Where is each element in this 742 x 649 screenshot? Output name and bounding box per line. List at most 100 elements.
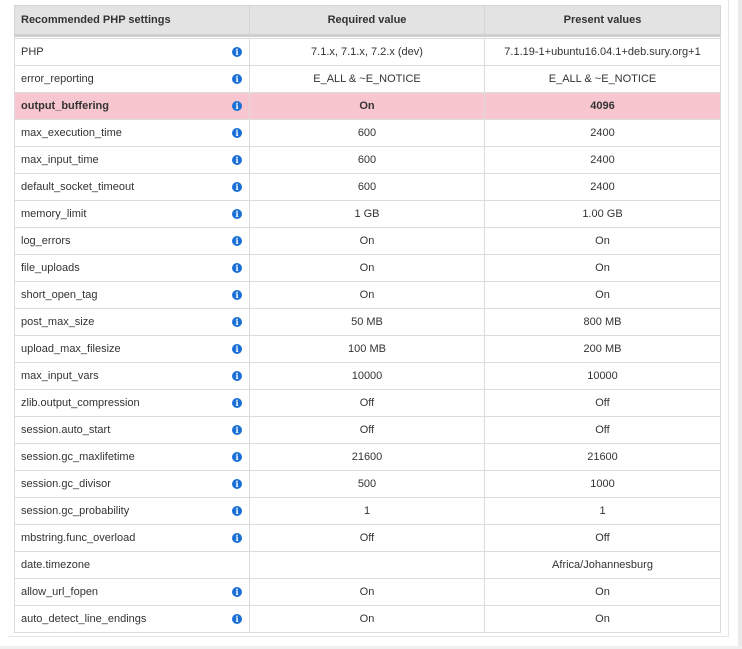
setting-name: max_input_time xyxy=(21,154,99,166)
required-value: 500 xyxy=(249,470,485,498)
column-header-required: Required value xyxy=(249,5,485,37)
present-value: On xyxy=(484,281,721,309)
present-value: On xyxy=(484,254,721,282)
setting-name-cell: auto_detect_line_endings i xyxy=(14,605,250,633)
present-value: On xyxy=(484,227,721,255)
info-icon[interactable]: i xyxy=(232,101,242,111)
setting-name-cell: output_buffering i xyxy=(14,92,250,120)
required-value: 100 MB xyxy=(249,335,485,363)
required-value: 21600 xyxy=(249,443,485,471)
table-row: log_errors i On On xyxy=(14,227,721,255)
present-value: 800 MB xyxy=(484,308,721,336)
present-value: On xyxy=(484,605,721,633)
setting-name-cell: PHP i xyxy=(14,38,250,66)
info-icon[interactable]: i xyxy=(232,47,242,57)
required-value: On xyxy=(249,227,485,255)
info-icon[interactable]: i xyxy=(232,155,242,165)
info-icon[interactable]: i xyxy=(232,290,242,300)
setting-name-cell: mbstring.func_overload i xyxy=(14,524,250,552)
present-value: 2400 xyxy=(484,119,721,147)
setting-name: file_uploads xyxy=(21,262,80,274)
table-row: session.auto_start i Off Off xyxy=(14,416,721,444)
required-value: On xyxy=(249,605,485,633)
present-value: Off xyxy=(484,389,721,417)
required-value: 10000 xyxy=(249,362,485,390)
setting-name-cell: file_uploads i xyxy=(14,254,250,282)
setting-name-cell: log_errors i xyxy=(14,227,250,255)
setting-name-cell: max_input_time i xyxy=(14,146,250,174)
setting-name-cell: upload_max_filesize i xyxy=(14,335,250,363)
info-icon[interactable]: i xyxy=(232,425,242,435)
required-value: 600 xyxy=(249,119,485,147)
setting-name: log_errors xyxy=(21,235,71,247)
required-value: Off xyxy=(249,524,485,552)
table-row: mbstring.func_overload i Off Off xyxy=(14,524,721,552)
setting-name: max_execution_time xyxy=(21,127,122,139)
required-value: 1 xyxy=(249,497,485,525)
setting-name-cell: session.gc_maxlifetime i xyxy=(14,443,250,471)
setting-name: date.timezone xyxy=(21,559,91,571)
table-row: memory_limit i 1 GB 1.00 GB xyxy=(14,200,721,228)
info-icon[interactable]: i xyxy=(232,209,242,219)
setting-name: post_max_size xyxy=(21,316,95,328)
info-icon[interactable]: i xyxy=(232,182,242,192)
setting-name: session.gc_maxlifetime xyxy=(21,451,135,463)
present-value: On xyxy=(484,578,721,606)
info-icon[interactable]: i xyxy=(232,344,242,354)
table-row: short_open_tag i On On xyxy=(14,281,721,309)
required-value: Off xyxy=(249,416,485,444)
present-value: Off xyxy=(484,524,721,552)
required-value: Off xyxy=(249,389,485,417)
setting-name: zlib.output_compression xyxy=(21,397,140,409)
required-value: On xyxy=(249,281,485,309)
info-icon[interactable]: i xyxy=(232,506,242,516)
table-row: allow_url_fopen i On On xyxy=(14,578,721,606)
info-icon[interactable]: i xyxy=(232,614,242,624)
info-icon[interactable]: i xyxy=(232,74,242,84)
table-row: auto_detect_line_endings i On On xyxy=(14,605,721,633)
table-row: default_socket_timeout i 600 2400 xyxy=(14,173,721,201)
required-value: 600 xyxy=(249,173,485,201)
setting-name: session.gc_probability xyxy=(21,505,130,517)
scrollbar[interactable] xyxy=(738,0,742,649)
setting-name-cell: max_input_vars i xyxy=(14,362,250,390)
setting-name: PHP xyxy=(21,46,44,58)
info-icon[interactable]: i xyxy=(232,371,242,381)
info-icon[interactable]: i xyxy=(232,452,242,462)
setting-name-cell: post_max_size i xyxy=(14,308,250,336)
present-value: 7.1.19-1+ubuntu16.04.1+deb.sury.org+1 xyxy=(484,38,721,66)
table-row: PHP i 7.1.x, 7.1.x, 7.2.x (dev) 7.1.19-1+ub… xyxy=(14,38,721,66)
info-icon[interactable]: i xyxy=(232,263,242,273)
present-value: Off xyxy=(484,416,721,444)
info-icon[interactable]: i xyxy=(232,317,242,327)
table-row: max_input_time i 600 2400 xyxy=(14,146,721,174)
setting-name-cell: memory_limit i xyxy=(14,200,250,228)
table-row: error_reporting i E_ALL & ~E_NOTICE E_ALL &… xyxy=(14,65,721,93)
setting-name: upload_max_filesize xyxy=(21,343,121,355)
info-icon[interactable]: i xyxy=(232,479,242,489)
info-icon[interactable]: i xyxy=(232,587,242,597)
php-settings-table: Recommended PHP settings Required value … xyxy=(14,5,721,633)
setting-name: session.auto_start xyxy=(21,424,111,436)
setting-name: allow_url_fopen xyxy=(21,586,99,598)
setting-name-cell: session.gc_divisor i xyxy=(14,470,250,498)
setting-name: memory_limit xyxy=(21,208,87,220)
present-value: 4096 xyxy=(484,92,721,120)
info-icon[interactable]: i xyxy=(232,398,242,408)
required-value: 600 xyxy=(249,146,485,174)
present-value: E_ALL & ~E_NOTICE xyxy=(484,65,721,93)
table-row: upload_max_filesize i 100 MB 200 MB xyxy=(14,335,721,363)
table-row: output_buffering i On 4096 xyxy=(14,92,721,120)
required-value xyxy=(249,551,485,579)
table-header-row: Recommended PHP settings Required value … xyxy=(14,5,721,37)
info-icon[interactable]: i xyxy=(232,533,242,543)
setting-name-cell: error_reporting i xyxy=(14,65,250,93)
setting-name-cell: date.timezone xyxy=(14,551,250,579)
table-row: session.gc_probability i 1 1 xyxy=(14,497,721,525)
setting-name: short_open_tag xyxy=(21,289,98,301)
present-value: 1 xyxy=(484,497,721,525)
required-value: 50 MB xyxy=(249,308,485,336)
column-header-setting: Recommended PHP settings xyxy=(14,5,250,37)
info-icon[interactable]: i xyxy=(232,128,242,138)
info-icon[interactable]: i xyxy=(232,236,242,246)
